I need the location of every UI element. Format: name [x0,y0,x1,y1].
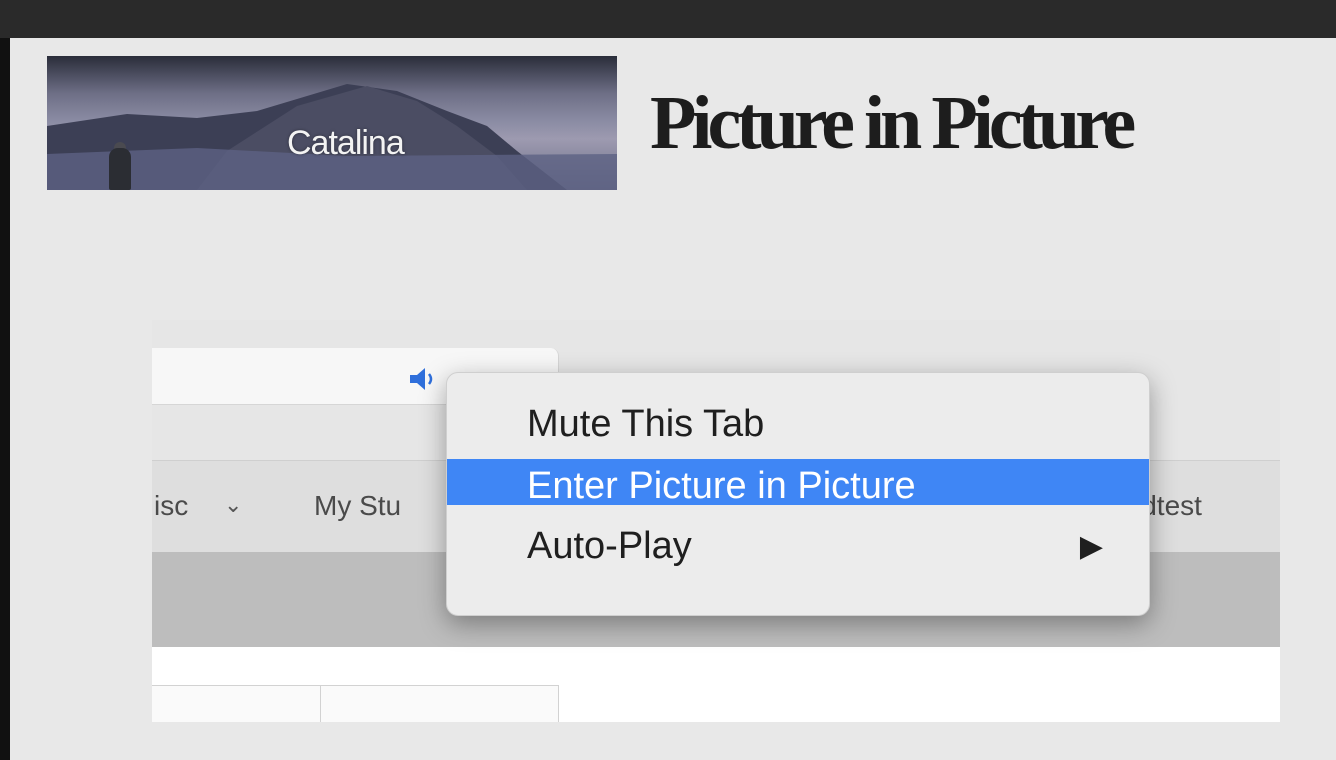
context-menu: Mute This Tab Enter Picture in Picture A… [446,372,1150,616]
top-bar [0,0,1336,38]
content-tab[interactable] [152,685,559,722]
bookmark-misc[interactable]: isc [154,490,188,522]
submenu-arrow-icon: ▶ [1079,530,1103,563]
presenter-figure [109,148,131,190]
menu-item-mute-this-tab[interactable]: Mute This Tab [447,397,1149,445]
banner-label: Catalina [287,124,405,162]
bookmark-my-study[interactable]: My Stu [314,490,401,522]
menu-item-label: Enter Picture in Picture [527,465,916,507]
menu-item-label: Auto-Play [527,525,692,567]
catalina-banner-image: Catalina [47,56,617,190]
content-tab-divider [320,685,321,722]
browser-screenshot: isc ⌄ My Stu ldtest Mute This Tab Enter … [152,320,1280,722]
speaker-icon[interactable] [408,364,438,394]
menu-item-auto-play[interactable]: Auto-Play ▶ [447,519,1149,567]
chevron-down-icon[interactable]: ⌄ [224,492,242,518]
menu-item-enter-picture-in-picture[interactable]: Enter Picture in Picture [447,459,1149,507]
slide: Catalina Picture in Picture isc ⌄ My Stu… [10,38,1336,760]
menu-item-label: Mute This Tab [527,403,765,445]
island-illustration [47,84,617,190]
slide-title: Picture in Picture [650,81,1136,165]
